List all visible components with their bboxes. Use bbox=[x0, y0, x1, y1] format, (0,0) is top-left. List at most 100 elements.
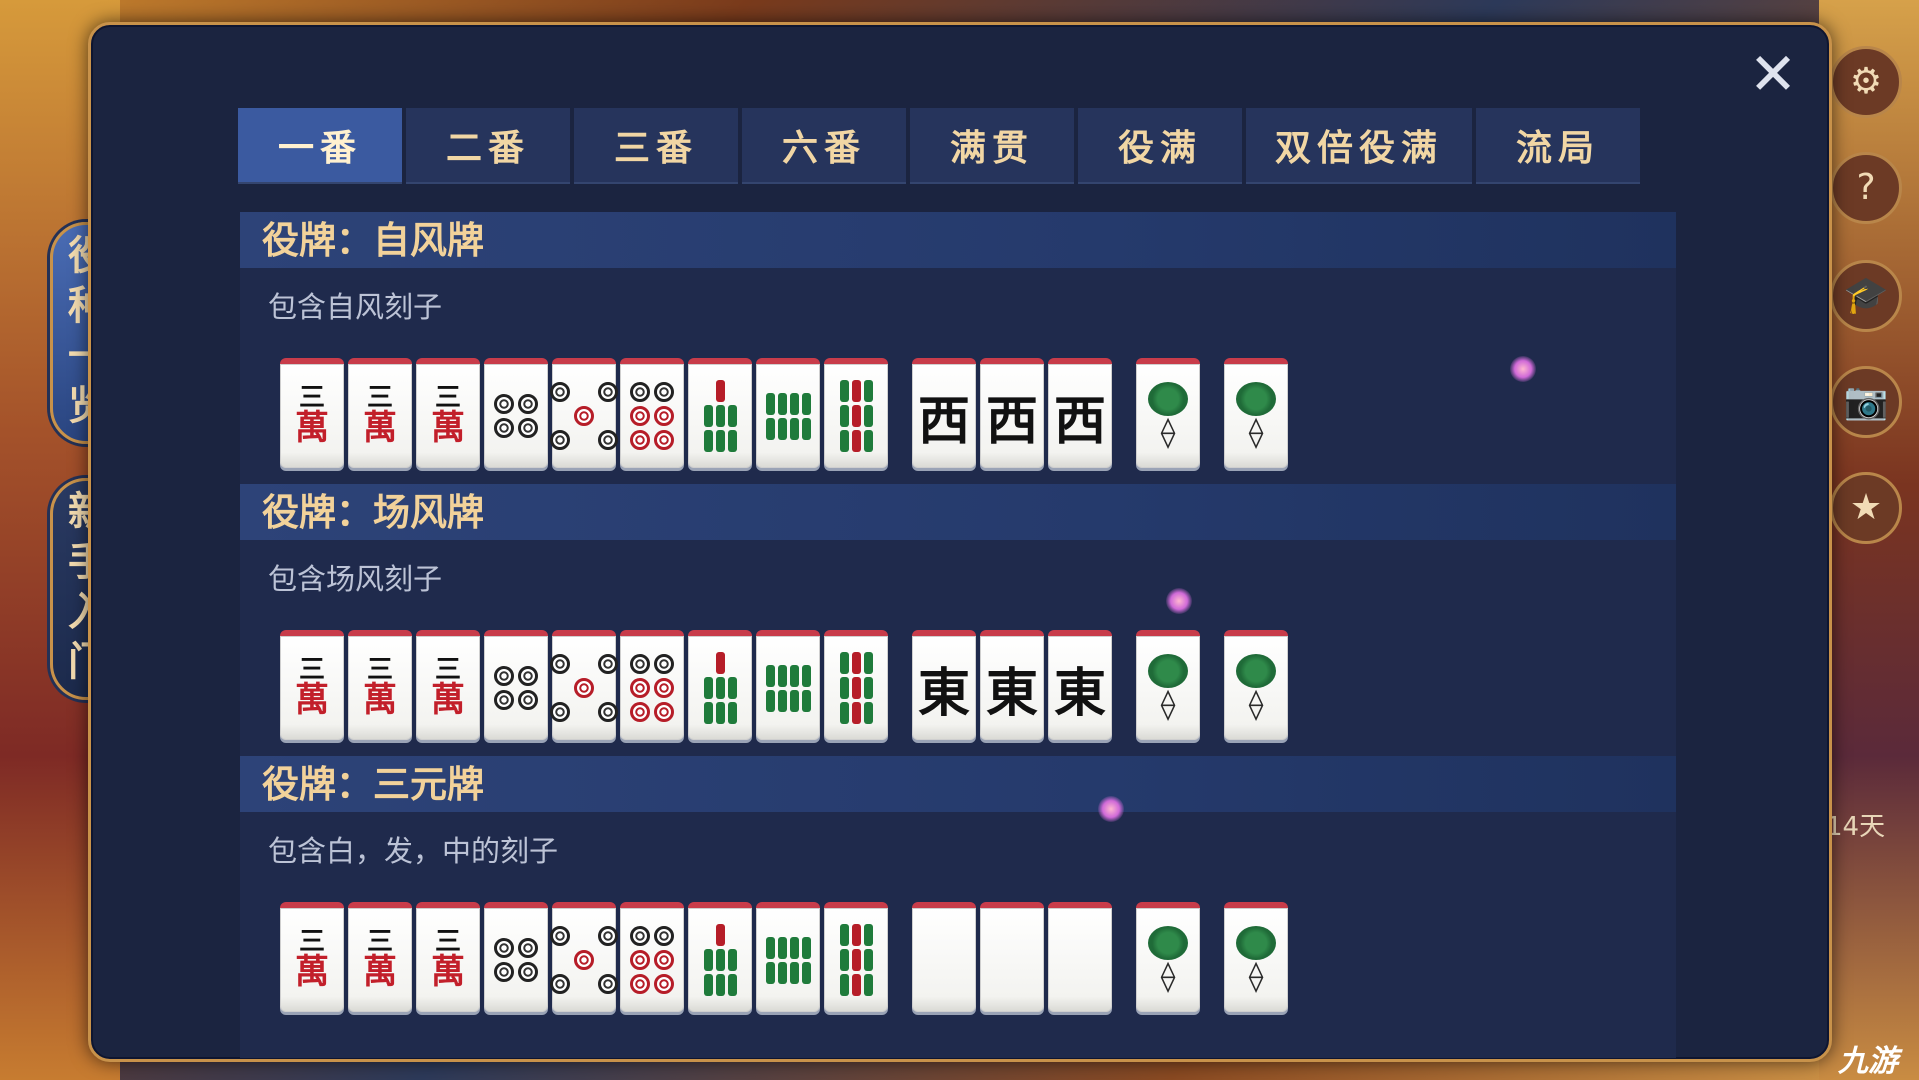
tab-draw[interactable]: 流局 bbox=[1476, 108, 1640, 184]
pin-dot bbox=[518, 690, 538, 710]
sou-stick bbox=[789, 689, 799, 712]
sou-stick bbox=[727, 405, 737, 427]
pin-dot bbox=[518, 394, 538, 414]
tile-row: 三萬三萬三萬西西西 ⟠ ⟠ bbox=[280, 358, 1292, 468]
pin-dot bbox=[550, 430, 570, 450]
man-tile: 三萬 bbox=[416, 902, 480, 1012]
sou-stick bbox=[715, 430, 725, 452]
sou-stick bbox=[715, 924, 725, 946]
sou-stick bbox=[801, 392, 811, 415]
section-title: 役牌：三元牌 bbox=[240, 756, 1676, 812]
sou-stick bbox=[801, 664, 811, 687]
sou-1-bird-tile: ⟠ bbox=[1136, 358, 1200, 468]
section-title: 役牌：场风牌 bbox=[240, 484, 1676, 540]
sou-stick bbox=[851, 430, 861, 452]
sou-stick bbox=[765, 417, 775, 440]
tab-3-han[interactable]: 三番 bbox=[574, 108, 738, 184]
sou-stick bbox=[703, 949, 713, 971]
sparkle-effect bbox=[1098, 796, 1124, 822]
sou-stick bbox=[839, 405, 849, 427]
bird-body-icon: ⟠ bbox=[1248, 415, 1264, 450]
sou-stick bbox=[727, 702, 737, 724]
pin-dot bbox=[630, 382, 650, 402]
sou-stick bbox=[777, 664, 787, 687]
sou-1-bird-tile: ⟠ bbox=[1136, 902, 1200, 1012]
sou-stick bbox=[863, 949, 873, 971]
man-tile: 三萬 bbox=[348, 630, 412, 740]
pin-dot bbox=[550, 382, 570, 402]
pin-dot bbox=[574, 382, 594, 402]
man-tile: 三萬 bbox=[416, 630, 480, 740]
sou-stick bbox=[839, 652, 849, 674]
pin-dot bbox=[630, 926, 650, 946]
sou-stick bbox=[715, 677, 725, 699]
pin-tile bbox=[550, 358, 618, 468]
help-icon[interactable]: ? bbox=[1830, 152, 1902, 224]
section-description: 包含场风刻子 bbox=[268, 562, 443, 596]
man-tile-number: 三 bbox=[366, 383, 393, 413]
sou-tile bbox=[824, 358, 888, 468]
man-tile-number: 三 bbox=[298, 927, 325, 957]
pin-dot bbox=[518, 938, 538, 958]
camera-icon[interactable]: 📷 bbox=[1830, 366, 1902, 438]
pin-dot bbox=[574, 406, 594, 426]
pin-dot bbox=[654, 702, 674, 722]
sou-stick bbox=[727, 949, 737, 971]
man-tile-number: 三 bbox=[434, 927, 461, 957]
pin-dot bbox=[494, 418, 514, 438]
tab-1-han[interactable]: 一番 bbox=[238, 108, 402, 184]
sou-stick bbox=[765, 689, 775, 712]
bird-crown-icon bbox=[1236, 382, 1276, 416]
sou-stick bbox=[715, 974, 725, 996]
pin-dot bbox=[630, 678, 650, 698]
tab-6-han[interactable]: 六番 bbox=[742, 108, 906, 184]
yaku-section-round-wind: 役牌：场风牌 包含场风刻子 三萬三萬三萬東東東 ⟠ ⟠ bbox=[240, 484, 1676, 756]
close-button[interactable]: ✕ bbox=[1743, 44, 1803, 104]
pin-dot bbox=[574, 974, 594, 994]
pin-dot bbox=[574, 430, 594, 450]
sou-stick bbox=[777, 936, 787, 959]
graduation-cap-icon[interactable]: 🎓 bbox=[1830, 260, 1902, 332]
gear-icon[interactable]: ⚙ bbox=[1830, 46, 1902, 118]
white-dragon-tile bbox=[912, 902, 976, 1012]
pin-tile bbox=[620, 902, 684, 1012]
sou-stick bbox=[703, 974, 713, 996]
tab-2-han[interactable]: 二番 bbox=[406, 108, 570, 184]
bird-crown-icon bbox=[1148, 382, 1188, 416]
pin-dot bbox=[518, 962, 538, 982]
honor-glyph: 東 bbox=[985, 662, 1038, 724]
sou-1-bird-tile: ⟠ bbox=[1224, 630, 1288, 740]
tab-yakuman[interactable]: 役满 bbox=[1078, 108, 1242, 184]
sou-stick bbox=[715, 405, 725, 427]
pin-dot bbox=[654, 382, 674, 402]
pin-dot bbox=[630, 950, 650, 970]
pin-dot bbox=[494, 666, 514, 686]
badge-icon[interactable]: ★ bbox=[1830, 472, 1902, 544]
sou-stick bbox=[789, 417, 799, 440]
pin-dot bbox=[518, 418, 538, 438]
pin-dot bbox=[598, 926, 618, 946]
pin-dot bbox=[630, 654, 650, 674]
sou-stick bbox=[765, 392, 775, 415]
sou-stick bbox=[839, 677, 849, 699]
sou-stick bbox=[777, 417, 787, 440]
tab-mangan[interactable]: 满贯 bbox=[910, 108, 1074, 184]
man-tile: 三萬 bbox=[280, 358, 344, 468]
sou-stick bbox=[704, 924, 713, 946]
honor-glyph: 西 bbox=[985, 390, 1038, 452]
sou-tile bbox=[756, 358, 820, 468]
pin-dot bbox=[654, 926, 674, 946]
sou-stick bbox=[727, 677, 737, 699]
sou-stick bbox=[703, 405, 713, 427]
man-tile-number: 三 bbox=[298, 383, 325, 413]
man-tile-suit: 萬 bbox=[295, 952, 329, 992]
sou-stick bbox=[851, 405, 861, 427]
sou-stick bbox=[851, 677, 861, 699]
sparkle-effect bbox=[1166, 588, 1192, 614]
white-dragon-tile bbox=[1048, 902, 1112, 1012]
sou-stick bbox=[863, 430, 873, 452]
sou-stick bbox=[728, 924, 737, 946]
tab-double-yakuman[interactable]: 双倍役满 bbox=[1246, 108, 1472, 184]
pin-dot bbox=[574, 654, 594, 674]
pin-tile bbox=[620, 358, 684, 468]
